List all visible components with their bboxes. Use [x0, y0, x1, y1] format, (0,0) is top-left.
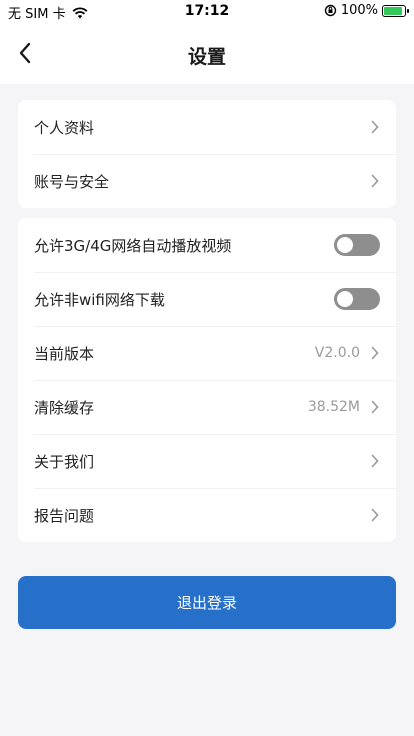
row-label: 报告问题 — [34, 506, 95, 525]
row-label: 账号与安全 — [34, 172, 110, 191]
logout-button[interactable]: 退出登录 — [18, 576, 396, 629]
toggle-knob — [337, 237, 353, 253]
chevron-right-icon — [371, 508, 379, 522]
chevron-right-icon — [371, 454, 379, 468]
chevron-right-icon — [371, 346, 379, 360]
toggle-knob — [337, 291, 353, 307]
row-current-version[interactable]: 当前版本 V2.0.0 — [18, 326, 396, 380]
autoplay-video-toggle[interactable] — [334, 234, 380, 256]
row-label: 清除缓存 — [34, 398, 95, 417]
row-report-problem[interactable]: 报告问题 — [18, 488, 396, 542]
non-wifi-download-toggle[interactable] — [334, 288, 380, 310]
battery-icon — [382, 4, 409, 17]
row-account-security[interactable]: 账号与安全 — [18, 154, 396, 208]
status-right: 100% — [324, 3, 409, 18]
settings-group-general: 允许3G/4G网络自动播放视频 允许非wifi网络下载 当前版本 V2.0.0 … — [18, 218, 396, 542]
nav-bar: 设置 — [0, 24, 414, 84]
row-about-us[interactable]: 关于我们 — [18, 434, 396, 488]
row-non-wifi-download: 允许非wifi网络下载 — [18, 272, 396, 326]
row-label: 允许3G/4G网络自动播放视频 — [34, 236, 232, 255]
row-label: 个人资料 — [34, 118, 95, 137]
chevron-right-icon — [371, 120, 379, 134]
status-bar: 无 SIM 卡 17:12 100% — [0, 0, 414, 24]
row-personal-info[interactable]: 个人资料 — [18, 100, 396, 154]
row-autoplay-video: 允许3G/4G网络自动播放视频 — [18, 218, 396, 272]
row-clear-cache[interactable]: 清除缓存 38.52M — [18, 380, 396, 434]
battery-percent: 100% — [340, 3, 378, 18]
settings-group-profile: 个人资料 账号与安全 — [18, 100, 396, 208]
orientation-lock-icon — [324, 4, 337, 17]
chevron-right-icon — [371, 174, 379, 188]
row-label: 允许非wifi网络下载 — [34, 290, 165, 309]
chevron-right-icon — [371, 400, 379, 414]
cache-size-value: 38.52M — [307, 399, 360, 415]
row-label: 当前版本 — [34, 344, 95, 363]
row-label: 关于我们 — [34, 452, 95, 471]
version-value: V2.0.0 — [314, 345, 360, 361]
page-title: 设置 — [187, 46, 226, 68]
